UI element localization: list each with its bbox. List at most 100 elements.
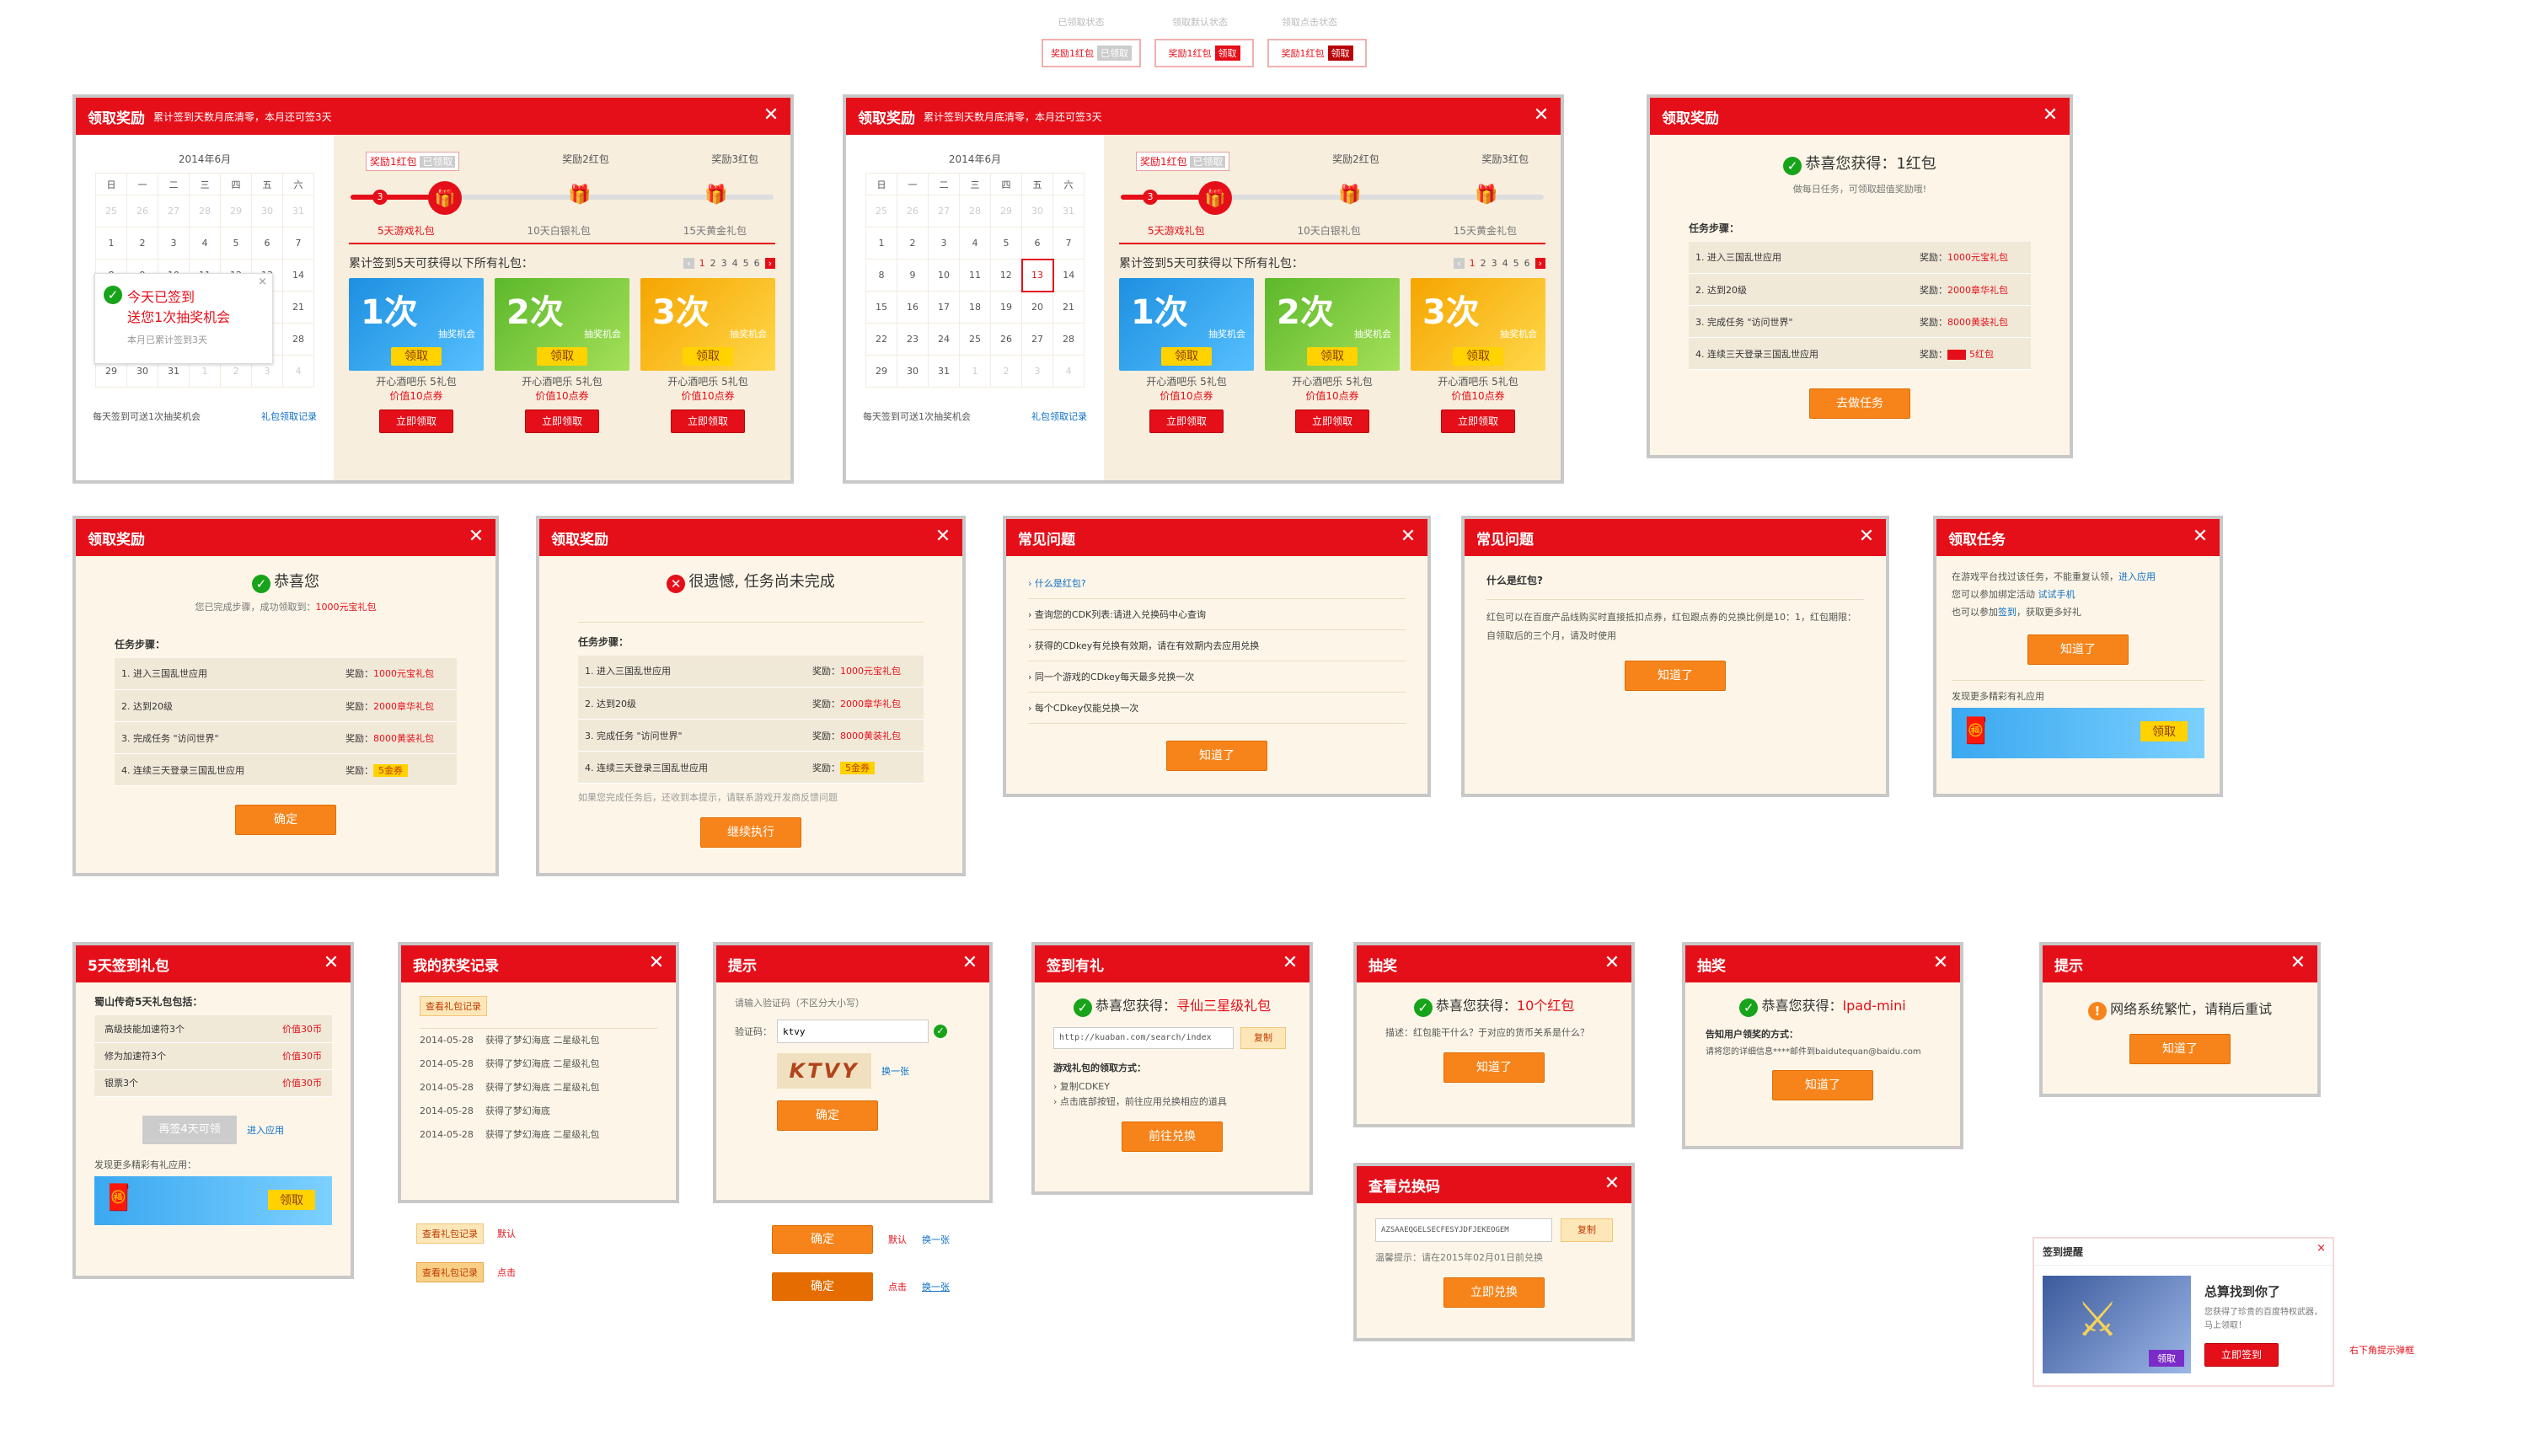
page-4[interactable]: 4 — [732, 258, 738, 269]
got-it-button[interactable]: 知道了 — [1443, 1052, 1545, 1083]
calendar-day[interactable]: 30 — [1021, 195, 1053, 228]
calendar-day[interactable]: 29 — [865, 355, 897, 388]
view-gift-records-tab[interactable]: 查看礼包记录 — [416, 1262, 484, 1282]
page-6[interactable]: 6 — [754, 258, 760, 269]
gift-claim-button[interactable]: 领取 — [683, 347, 733, 366]
confirm-button[interactable]: 确定 — [772, 1225, 873, 1254]
calendar-day[interactable]: 27 — [1021, 323, 1053, 356]
tab-reward-1[interactable]: 奖励1红包 已领取 — [366, 152, 460, 171]
calendar-day[interactable]: 3 — [1021, 355, 1053, 388]
page-3[interactable]: 3 — [1492, 258, 1497, 269]
checkin-now-button[interactable]: 立即签到 — [2204, 1343, 2279, 1367]
calendar-day[interactable]: 25 — [865, 195, 897, 228]
calendar-day[interactable]: 20 — [1021, 291, 1053, 324]
calendar-day[interactable]: 24 — [928, 323, 960, 356]
tab-reward-2[interactable]: 奖励2红包 — [1332, 152, 1379, 171]
calendar-day[interactable]: 14 — [282, 259, 314, 292]
chip-btn[interactable]: 领取 — [1214, 46, 1240, 61]
calendar-day[interactable]: 5 — [220, 227, 252, 260]
calendar-day[interactable]: 16 — [897, 291, 929, 324]
gift-claim-button[interactable]: 领取 — [1161, 347, 1212, 366]
page-5[interactable]: 5 — [1513, 258, 1519, 269]
close-icon[interactable]: ✕ — [932, 526, 954, 548]
calendar-day[interactable]: 28 — [1052, 323, 1085, 356]
calendar-day[interactable]: 4 — [189, 227, 221, 260]
banner-claim-button[interactable]: 领取 — [2140, 721, 2188, 741]
claim-now-button[interactable]: 立即领取 — [1441, 410, 1515, 433]
page-1[interactable]: 1 — [1470, 258, 1476, 269]
calendar-day[interactable]: 13 — [1020, 258, 1054, 292]
got-it-button[interactable]: 知道了 — [2027, 634, 2129, 665]
faq-item[interactable]: › 每个CDkey仅能兑换一次 — [1028, 693, 1406, 724]
chip-default[interactable]: 奖励1红包 领取 — [1154, 39, 1254, 67]
faq-item[interactable]: › 什么是红包? — [1028, 568, 1406, 599]
redeem-code-field[interactable] — [1375, 1218, 1552, 1242]
claim-now-button[interactable]: 立即领取 — [379, 410, 453, 433]
checkin-link[interactable]: 签到 — [1998, 607, 2017, 618]
calendar-day[interactable]: 21 — [282, 291, 314, 324]
claim-now-button[interactable]: 立即领取 — [1149, 410, 1224, 433]
cdkey-field[interactable] — [1053, 1026, 1234, 1049]
calendar-day[interactable]: 2 — [990, 355, 1022, 388]
faq-item[interactable]: › 查询您的CDK列表:请进入兑换码中心查询 — [1028, 599, 1406, 630]
calendar-day[interactable]: 19 — [990, 291, 1022, 324]
got-it-button[interactable]: 知道了 — [2129, 1033, 2231, 1064]
calendar-day[interactable]: 15 — [865, 291, 897, 324]
try-phone-link[interactable]: 试试手机 — [2038, 589, 2075, 600]
close-icon[interactable]: ✕ — [1601, 952, 1623, 974]
calendar-day[interactable]: 3 — [158, 227, 190, 260]
chip-pressed[interactable]: 奖励1红包 领取 — [1267, 39, 1367, 67]
close-icon[interactable]: ✕ — [1930, 952, 1952, 974]
faq-item[interactable]: › 同一个游戏的CDkey每天最多兑换一次 — [1028, 661, 1406, 693]
chip-btn[interactable]: 领取 — [1327, 46, 1353, 61]
got-it-button[interactable]: 知道了 — [1166, 741, 1267, 771]
gift-claim-button[interactable]: 领取 — [537, 347, 587, 366]
close-icon[interactable]: ✕ — [320, 952, 342, 974]
tab-reward-2[interactable]: 奖励2红包 — [562, 152, 609, 171]
promo-banner[interactable]: 🧧 领取 — [94, 1175, 332, 1225]
calendar-day[interactable]: 27 — [158, 195, 190, 228]
calendar-day[interactable]: 1 — [959, 355, 991, 388]
tab-reward-1[interactable]: 奖励1红包 已领取 — [1136, 152, 1230, 171]
calendar-day[interactable]: 9 — [897, 259, 929, 292]
got-it-button[interactable]: 知道了 — [1772, 1069, 1873, 1100]
page-6[interactable]: 6 — [1524, 258, 1530, 269]
next-icon[interactable]: › — [1534, 257, 1545, 269]
calendar-day[interactable]: 5 — [990, 227, 1022, 260]
go-redeem-button[interactable]: 前往兑换 — [1122, 1121, 1223, 1152]
calendar-day[interactable]: 26 — [990, 323, 1022, 356]
view-gift-records-tab[interactable]: 查看礼包记录 — [420, 996, 487, 1016]
got-it-button[interactable]: 知道了 — [1625, 661, 1726, 691]
calendar-day[interactable]: 14 — [1052, 259, 1085, 292]
page-5[interactable]: 5 — [743, 258, 749, 269]
page-4[interactable]: 4 — [1502, 258, 1508, 269]
gift-claim-button[interactable]: 领取 — [391, 347, 442, 366]
calendar-day[interactable]: 29 — [220, 195, 252, 228]
tab-reward-3[interactable]: 奖励3红包 — [1481, 152, 1529, 171]
close-icon[interactable]: × — [2316, 1242, 2326, 1255]
calendar-day[interactable]: 30 — [897, 355, 929, 388]
close-icon[interactable]: ✕ — [1279, 952, 1301, 974]
page-1[interactable]: 1 — [699, 258, 705, 269]
calendar-day[interactable]: 30 — [251, 195, 283, 228]
do-task-button[interactable]: 去做任务 — [1809, 388, 1910, 419]
calendar-day[interactable]: 28 — [282, 323, 314, 356]
calendar-day[interactable]: 17 — [928, 291, 960, 324]
close-icon[interactable]: ✕ — [2189, 526, 2211, 548]
calendar-day[interactable]: 10 — [928, 259, 960, 292]
claim-now-button[interactable]: 立即领取 — [1295, 410, 1369, 433]
next-icon[interactable]: › — [764, 257, 775, 269]
calendar-day[interactable]: 2 — [897, 227, 929, 260]
calendar-day[interactable]: 3 — [928, 227, 960, 260]
calendar-day[interactable]: 7 — [1052, 227, 1085, 260]
close-icon[interactable]: ✕ — [2039, 104, 2061, 126]
calendar-day[interactable]: 31 — [282, 195, 314, 228]
calendar-day[interactable]: 25 — [95, 195, 127, 228]
continue-button[interactable]: 继续执行 — [700, 817, 801, 848]
captcha-input[interactable] — [777, 1020, 929, 1043]
calendar-day[interactable]: 4 — [1052, 355, 1085, 388]
refresh-captcha-link[interactable]: 换一张 — [881, 1064, 909, 1078]
calendar-day[interactable]: 26 — [897, 195, 929, 228]
image-claim-button[interactable]: 领取 — [2149, 1350, 2184, 1367]
calendar-day[interactable]: 31 — [1052, 195, 1085, 228]
